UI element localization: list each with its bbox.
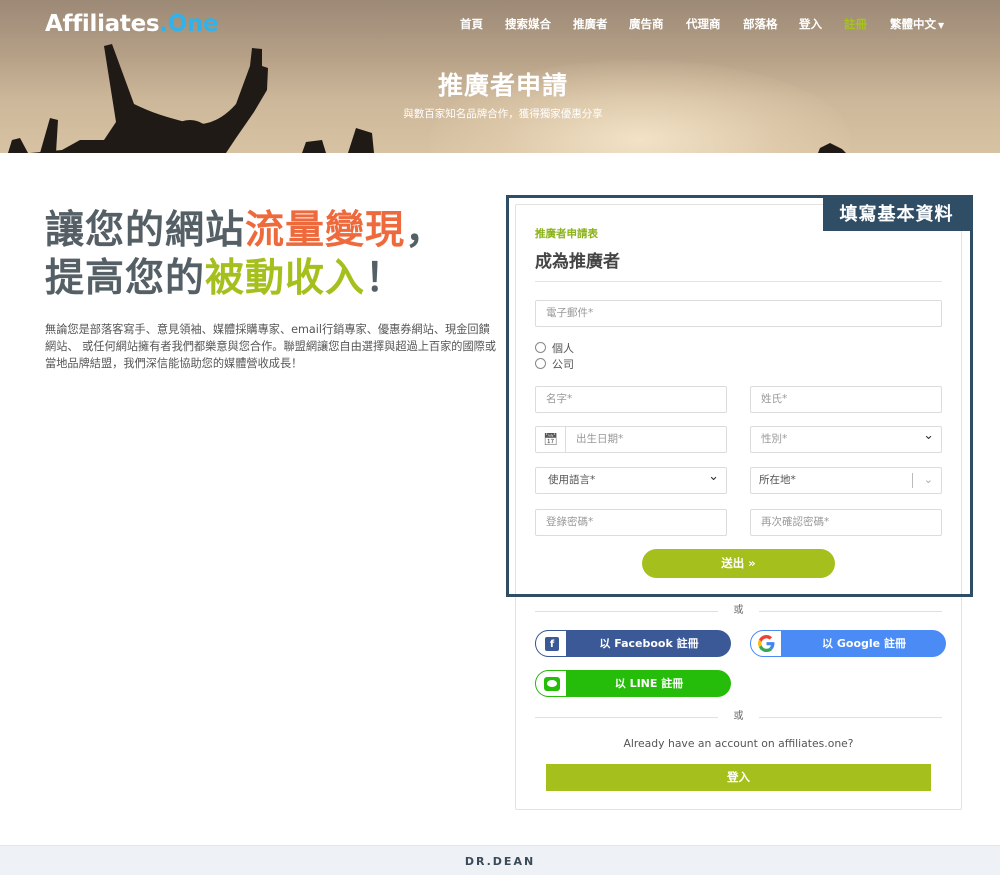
facebook-signup-button[interactable]: f 以 Facebook 註冊 xyxy=(535,630,731,657)
radio-individual-label: 個人 xyxy=(552,342,574,355)
radio-company[interactable]: 公司 xyxy=(535,358,574,372)
facebook-icon: f xyxy=(545,637,559,651)
facebook-signup-label: 以 Facebook 註冊 xyxy=(599,637,699,650)
nav-advertisers[interactable]: 廣告商 xyxy=(629,16,664,32)
headline-text: 讓您的網站 xyxy=(45,208,246,253)
or-divider: 或 xyxy=(535,604,942,618)
gender-select[interactable]: 性別* xyxy=(750,423,942,453)
email-input[interactable]: 電子郵件* xyxy=(535,300,942,327)
first-name-input[interactable]: 名字* xyxy=(535,386,727,413)
divider-line xyxy=(759,611,942,612)
form-eyebrow: 推廣者申請表 xyxy=(535,228,598,240)
google-signup-label: 以 Google 註冊 xyxy=(822,637,906,650)
nav-language-dropdown[interactable]: 繁體中文 ▼ xyxy=(890,16,944,32)
caret-down-icon: ▼ xyxy=(938,21,945,30)
select-separator xyxy=(912,473,913,488)
or-divider: 或 xyxy=(535,710,942,724)
birthday-input[interactable]: 📅︎ 出生日期* xyxy=(535,426,727,453)
language-select[interactable]: 使用語言* xyxy=(535,464,727,494)
facebook-icon-wrap: f xyxy=(535,630,567,657)
dr-dean-watermark: DR.DEAN xyxy=(464,855,536,868)
hero-banner: Affiliates.One 首頁 搜索媒合 推廣者 廣告商 代理商 部落格 登… xyxy=(0,0,1000,153)
last-name-input[interactable]: 姓氏* xyxy=(750,386,942,413)
headline-line-2: 提高您的被動收入！ xyxy=(45,255,445,303)
calendar-icon: 📅︎ xyxy=(536,427,566,452)
line-icon-wrap xyxy=(535,670,567,697)
nav-login[interactable]: 登入 xyxy=(799,16,822,32)
google-signup-button[interactable]: 以 Google 註冊 xyxy=(750,630,946,657)
basic-info-tag: 填寫基本資料 xyxy=(823,198,970,231)
login-button[interactable]: 登入 xyxy=(546,764,931,791)
headline-highlight-green: 被動收入 xyxy=(205,256,366,301)
language-label: 繁體中文 xyxy=(890,17,936,31)
nav-home[interactable]: 首頁 xyxy=(460,16,483,32)
line-signup-button[interactable]: 以 LINE 註冊 xyxy=(535,670,731,697)
nav-agencies[interactable]: 代理商 xyxy=(686,16,721,32)
intro-paragraph: 無論您是部落客寫手、意見領袖、媒體採購專家、email行銷專家、優惠券網站、現金… xyxy=(45,323,497,370)
form-title: 成為推廣者 xyxy=(535,252,620,272)
submit-button[interactable]: 送出 » xyxy=(642,549,835,578)
nav-blog[interactable]: 部落格 xyxy=(743,16,778,32)
top-nav: 首頁 搜索媒合 推廣者 廣告商 代理商 部落格 登入 註冊 繁體中文 ▼ xyxy=(0,16,1000,34)
line-signup-label: 以 LINE 註冊 xyxy=(614,677,684,690)
footer-bar: DR.DEAN xyxy=(0,845,1000,875)
page-headline: 讓您的網站流量變現， 提高您的被動收入！ xyxy=(45,207,445,303)
nav-publishers[interactable]: 推廣者 xyxy=(573,16,608,32)
headline-line-1: 讓您的網站流量變現， xyxy=(45,207,445,255)
headline-highlight-orange: 流量變現 xyxy=(245,208,406,253)
submit-label: 送出 xyxy=(721,556,745,570)
hero-subtitle: 與數百家知名品牌合作，獲得獨家優惠分享 xyxy=(403,108,603,120)
headline-text: 提高您的 xyxy=(45,256,206,301)
google-icon xyxy=(758,635,775,652)
have-account-text: Already have an account on affiliates.on… xyxy=(623,737,854,750)
hero-title: 推廣者申請 xyxy=(437,71,568,100)
radio-company-label: 公司 xyxy=(552,358,574,371)
headline-punct: ！ xyxy=(365,256,406,301)
nav-search-match[interactable]: 搜索媒合 xyxy=(505,16,551,32)
chevron-down-icon: ⌄ xyxy=(923,473,933,486)
location-placeholder: 所在地* xyxy=(759,474,796,486)
confirm-password-input[interactable]: 再次確認密碼* xyxy=(750,509,942,536)
form-divider xyxy=(535,281,942,282)
location-select[interactable]: 所在地* ⌄ xyxy=(750,467,942,494)
birthday-placeholder: 出生日期* xyxy=(576,433,624,445)
nav-register[interactable]: 註冊 xyxy=(844,16,867,32)
line-icon xyxy=(544,677,560,691)
radio-individual[interactable]: 個人 xyxy=(535,342,574,356)
divider-line xyxy=(759,717,942,718)
google-icon-wrap xyxy=(750,630,782,657)
radio-circle xyxy=(535,358,546,369)
headline-punct: ， xyxy=(405,208,446,253)
double-chevron-right-icon: » xyxy=(748,556,756,570)
password-input[interactable]: 登錄密碼* xyxy=(535,509,727,536)
radio-circle xyxy=(535,342,546,353)
